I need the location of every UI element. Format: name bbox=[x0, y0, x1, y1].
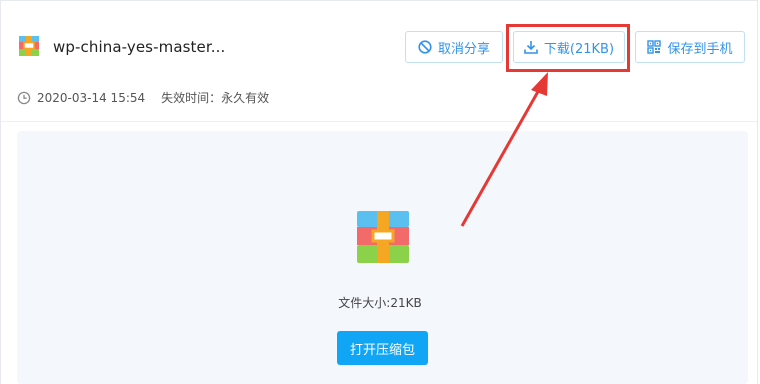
archive-icon bbox=[19, 36, 39, 56]
highlight-box bbox=[506, 24, 630, 72]
expire-label: 失效时间： bbox=[161, 91, 222, 105]
file-meta: 2020-03-14 15:54 失效时间： 永久有效 bbox=[17, 89, 269, 106]
cancel-share-label: 取消分享 bbox=[437, 41, 490, 57]
save-to-phone-button[interactable]: 保存到手机 bbox=[635, 31, 745, 63]
ban-icon bbox=[418, 40, 432, 54]
file-size: 文件大小:21KB bbox=[338, 296, 422, 310]
clock-icon bbox=[17, 91, 31, 104]
share-date: 2020-03-14 15:54 bbox=[37, 90, 146, 105]
qrcode-icon bbox=[647, 40, 662, 54]
expire-value: 永久有效 bbox=[221, 91, 270, 105]
cancel-share-button[interactable]: 取消分享 bbox=[405, 31, 503, 63]
archive-icon bbox=[357, 211, 409, 263]
save-to-phone-label: 保存到手机 bbox=[667, 41, 733, 57]
open-archive-button[interactable]: 打开压缩包 bbox=[337, 331, 428, 365]
file-name: wp-china-yes-master... bbox=[53, 38, 226, 56]
divider bbox=[1, 121, 758, 122]
